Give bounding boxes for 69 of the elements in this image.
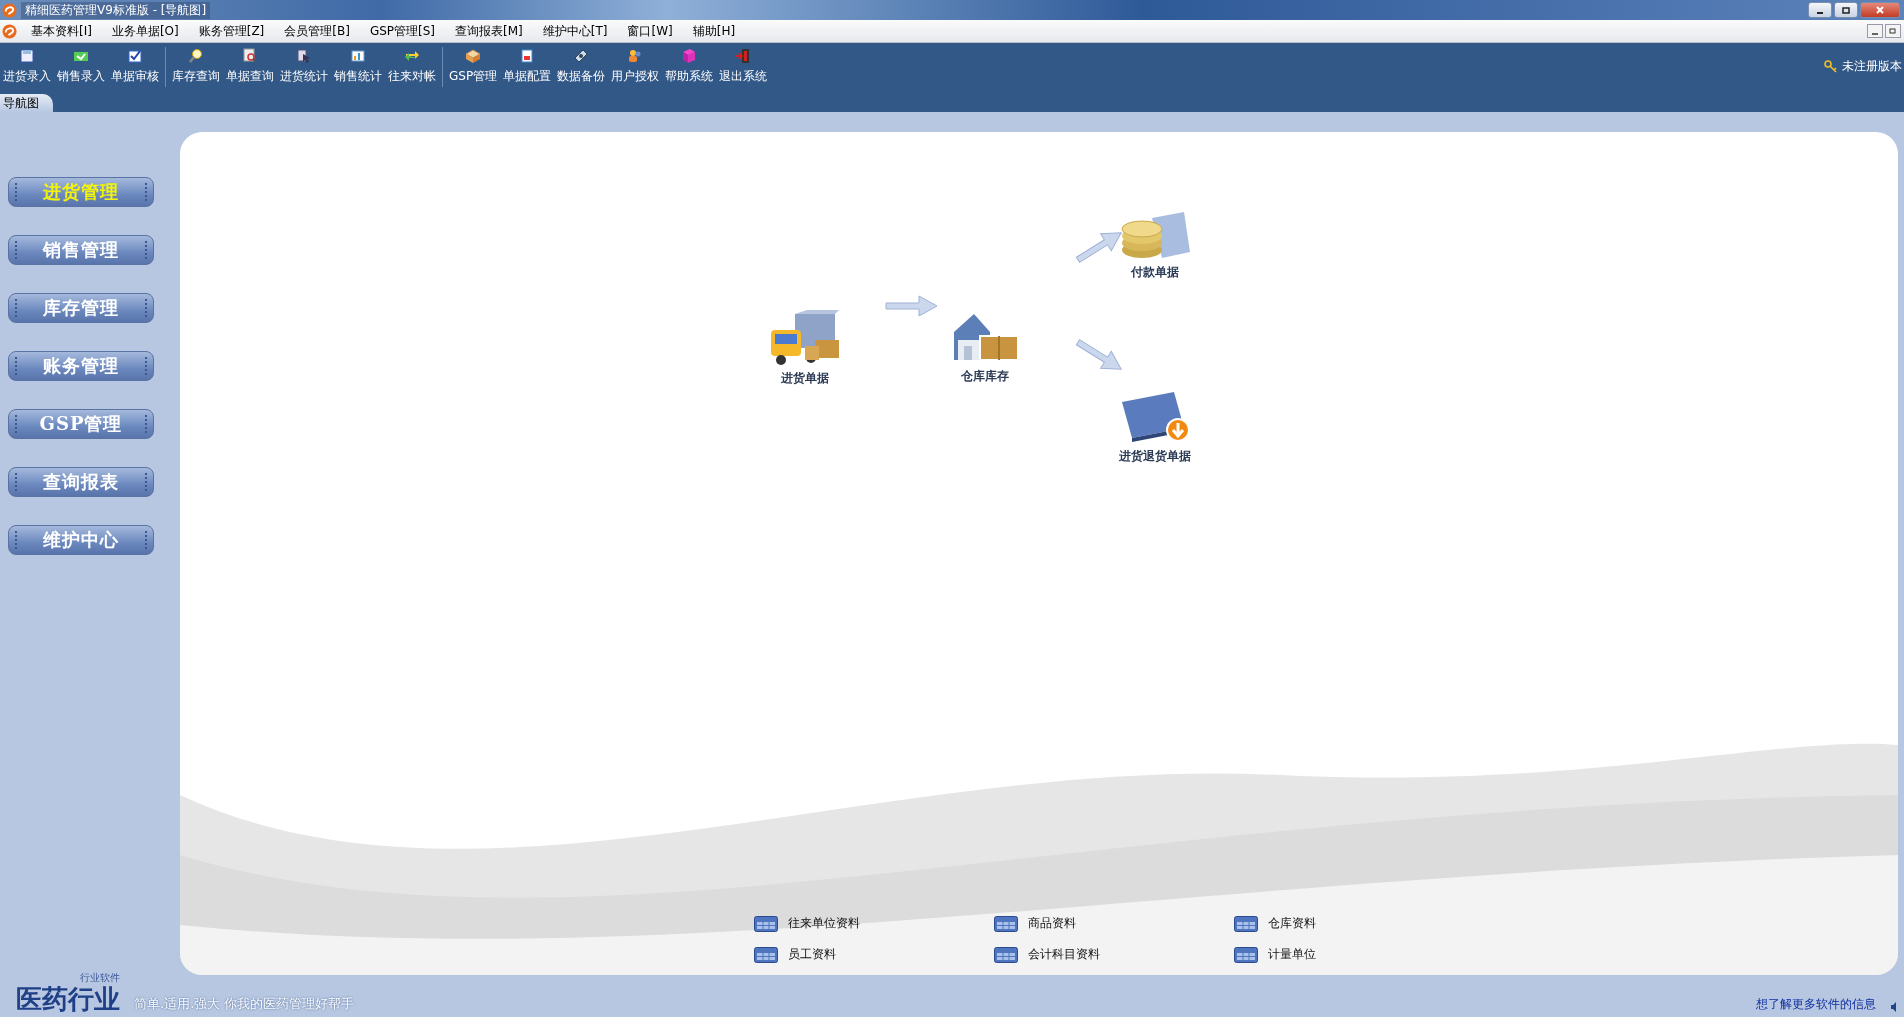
restore-icon bbox=[1841, 5, 1851, 15]
document-search-icon bbox=[242, 48, 258, 64]
menu-item[interactable]: 业务单据[O] bbox=[101, 22, 189, 40]
menu-item[interactable]: 账务管理[Z] bbox=[188, 22, 275, 40]
window-title: 精细医药管理V9标准版 - [导航图] bbox=[21, 1, 211, 19]
key-icon bbox=[1824, 59, 1838, 74]
minimize-button[interactable] bbox=[1808, 2, 1832, 18]
restore-button[interactable] bbox=[1834, 2, 1858, 18]
flow-arrow bbox=[885, 294, 939, 318]
toolbar-button[interactable]: 单据查询 bbox=[223, 44, 277, 89]
app-logo-icon bbox=[2, 2, 17, 18]
minimize-icon bbox=[1872, 33, 1878, 35]
exit-door-icon bbox=[735, 48, 752, 64]
toolbar-button[interactable]: 库存查询 bbox=[169, 44, 223, 89]
menu-item[interactable]: GSP管理[S] bbox=[359, 22, 446, 40]
quick-link[interactable]: 计量单位 bbox=[1234, 946, 1316, 963]
table-icon bbox=[754, 946, 778, 963]
slogan-text: 简单.适用.强大 你我的医药管理好帮手 bbox=[134, 995, 355, 1013]
pointer-icon bbox=[296, 48, 312, 64]
menu-item[interactable]: 辅助[H] bbox=[682, 22, 746, 40]
node-label[interactable]: 仓库库存 bbox=[961, 368, 1009, 385]
toolbar-button[interactable]: 进货统计 bbox=[277, 44, 331, 89]
menu-item[interactable]: 窗口[W] bbox=[617, 22, 683, 40]
quick-link[interactable]: 员工资料 bbox=[754, 946, 836, 963]
toolbar-button[interactable]: 销售录入 bbox=[54, 44, 108, 89]
menu-item[interactable]: 维护中心[T] bbox=[532, 22, 618, 40]
node-label[interactable]: 进货退货单据 bbox=[1119, 448, 1191, 465]
table-icon bbox=[1234, 915, 1258, 932]
menu-item[interactable]: 基本资料[I] bbox=[21, 22, 102, 40]
toolbar-button[interactable]: 退出系统 bbox=[716, 44, 771, 89]
floppy-icon bbox=[19, 48, 35, 64]
coins-icon bbox=[1118, 212, 1192, 260]
box-icon bbox=[465, 48, 482, 64]
chart-icon bbox=[350, 48, 366, 64]
toolbar-button[interactable]: 用户授权 bbox=[608, 44, 663, 89]
node-label[interactable]: 进货单据 bbox=[781, 370, 829, 387]
toolbar-button[interactable]: 销售统计 bbox=[331, 44, 385, 89]
close-icon bbox=[1875, 5, 1885, 15]
tab[interactable]: 导航图 bbox=[0, 94, 53, 112]
table-icon bbox=[754, 915, 778, 932]
document-icon bbox=[519, 48, 536, 64]
logo-tagline: 行业软件 bbox=[80, 971, 120, 985]
search-icon bbox=[188, 48, 204, 64]
logo-text: 医药行业 bbox=[16, 985, 120, 1013]
app-logo-icon bbox=[2, 23, 17, 39]
table-icon bbox=[994, 946, 1018, 963]
registration-status: 未注册版本 bbox=[1842, 58, 1902, 75]
node-label[interactable]: 付款单据 bbox=[1131, 264, 1179, 281]
info-link[interactable]: 想了解更多软件的信息 bbox=[1756, 996, 1876, 1013]
checkbox-icon bbox=[127, 48, 143, 64]
close-button[interactable] bbox=[1860, 2, 1900, 18]
quick-link[interactable]: 往来单位资料 bbox=[754, 915, 860, 932]
quick-link[interactable]: 仓库资料 bbox=[1234, 915, 1316, 932]
toolbar-button[interactable]: 单据审核 bbox=[108, 44, 162, 89]
quick-link[interactable]: 会计科目资料 bbox=[994, 946, 1100, 963]
toolbar-button[interactable]: 往来对帐 bbox=[385, 44, 439, 89]
toolbar-button[interactable]: 数据备份 bbox=[554, 44, 609, 89]
table-icon bbox=[994, 915, 1018, 932]
menu-item[interactable]: 查询报表[M] bbox=[445, 22, 533, 40]
toolbar-button[interactable]: GSP管理 bbox=[446, 44, 501, 89]
table-icon bbox=[1234, 946, 1258, 963]
minimize-icon bbox=[1817, 12, 1823, 14]
restore-icon bbox=[1889, 27, 1897, 35]
quick-link[interactable]: 商品资料 bbox=[994, 915, 1076, 932]
toolbar-button[interactable]: 单据配置 bbox=[500, 44, 555, 89]
toolbar-button[interactable]: 进货录入 bbox=[0, 44, 54, 89]
speaker-icon bbox=[1890, 1001, 1898, 1013]
menu-item[interactable]: 会员管理[B] bbox=[274, 22, 360, 40]
toolbar-button[interactable]: 帮助系统 bbox=[662, 44, 717, 89]
